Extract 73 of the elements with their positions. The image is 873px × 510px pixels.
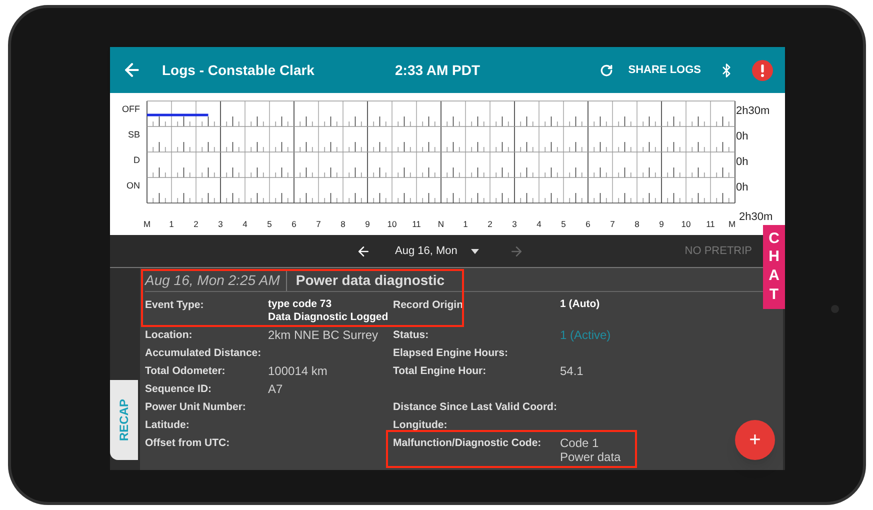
refresh-icon[interactable] (600, 64, 614, 76)
hour-label: 10 (681, 219, 691, 229)
back-icon[interactable] (122, 60, 142, 80)
hour-label: 3 (512, 219, 517, 229)
hour-label: M (728, 219, 736, 229)
duty-total: 2h30m (739, 211, 773, 223)
field-label: Longitude: (393, 418, 448, 432)
field-label: Offset from UTC: (145, 436, 231, 451)
field-value: A7 (268, 382, 283, 396)
chat-tab[interactable]: CHAT (763, 225, 785, 309)
hour-label: 2 (488, 219, 492, 229)
hour-label: 1 (463, 219, 468, 229)
field-label: Total Engine Hour: (393, 364, 488, 378)
hour-label: 8 (634, 219, 640, 229)
recap-tab[interactable]: RECAP (110, 380, 138, 460)
hour-label: 7 (610, 219, 615, 229)
alert-icon[interactable] (752, 60, 773, 80)
duty-row-label: D (134, 155, 140, 165)
hour-label: 11 (412, 219, 421, 229)
field-label: Total Odometer: (145, 364, 226, 378)
hour-label: N (438, 219, 444, 229)
field-label: Latitude: (145, 418, 190, 432)
field-label: Power Unit Number: (145, 400, 247, 414)
hour-label: 1 (169, 219, 174, 229)
hour-label: M (143, 219, 151, 229)
event-title: Power data diagnostic (296, 271, 444, 290)
share-logs-button[interactable]: SHARE LOGS (628, 62, 701, 78)
field-value: 1 (Active) (560, 328, 611, 342)
clock-time: 2:33 AM PDT (395, 60, 480, 80)
field-label: Malfunction/Diagnostic Code: (393, 436, 542, 451)
field-value: Code 1 Power data (560, 436, 621, 464)
hour-label: 6 (586, 219, 590, 229)
field-label: Event Type: (145, 298, 205, 313)
hour-label: 8 (340, 219, 346, 229)
duty-total: 0h (736, 182, 748, 194)
field-label: Status: (393, 328, 430, 342)
duty-row-label: OFF (122, 104, 140, 114)
field-value: 54.1 (560, 364, 584, 378)
field-value: 1 (Auto) (560, 298, 600, 312)
field-label: Location: (145, 328, 194, 342)
pretrip-button[interactable]: NO PRETRIP (684, 242, 752, 260)
duty-total: 0h (736, 130, 748, 142)
hour-label: 7 (316, 219, 321, 229)
event-time: Aug 16, Mon 2:25 AM (145, 270, 287, 291)
field-value: 100014 km (268, 364, 328, 378)
field-value: type code 73 Data Diagnostic Logged (268, 298, 388, 324)
next-day-icon[interactable] (509, 244, 524, 258)
previous-day-icon[interactable] (356, 244, 371, 258)
field-label: Record Origin (393, 298, 464, 313)
field-value: 2km NNE BC Surrey (268, 328, 378, 342)
caret-icon (471, 248, 480, 254)
hour-label: 6 (292, 219, 296, 229)
date-selector[interactable]: Aug 16, Mon (395, 242, 480, 260)
hour-label: 5 (561, 219, 566, 229)
field-label: Accumulated Distance: (145, 346, 262, 360)
duty-total: 2h30m (736, 105, 770, 117)
field-label: Sequence ID: (145, 382, 213, 396)
duty-status-line (147, 114, 208, 116)
duty-row-label: SB (128, 130, 140, 140)
hour-label: 11 (706, 219, 715, 229)
hour-label: 2 (194, 219, 198, 229)
hour-label: 3 (218, 219, 223, 229)
duty-total: 0h (736, 156, 748, 168)
duty-row-label: ON (126, 180, 140, 190)
hour-label: 9 (659, 219, 664, 229)
field-label: Distance Since Last Valid Coord: (393, 400, 558, 414)
page-title: Logs - Constable Clark (162, 60, 316, 80)
hour-label: 5 (267, 219, 272, 229)
hour-label: 9 (365, 219, 370, 229)
hour-label: 10 (387, 219, 397, 229)
hour-label: 4 (242, 219, 248, 229)
hour-label: 4 (536, 219, 542, 229)
field-label: Elapsed Engine Hours: (393, 346, 509, 360)
